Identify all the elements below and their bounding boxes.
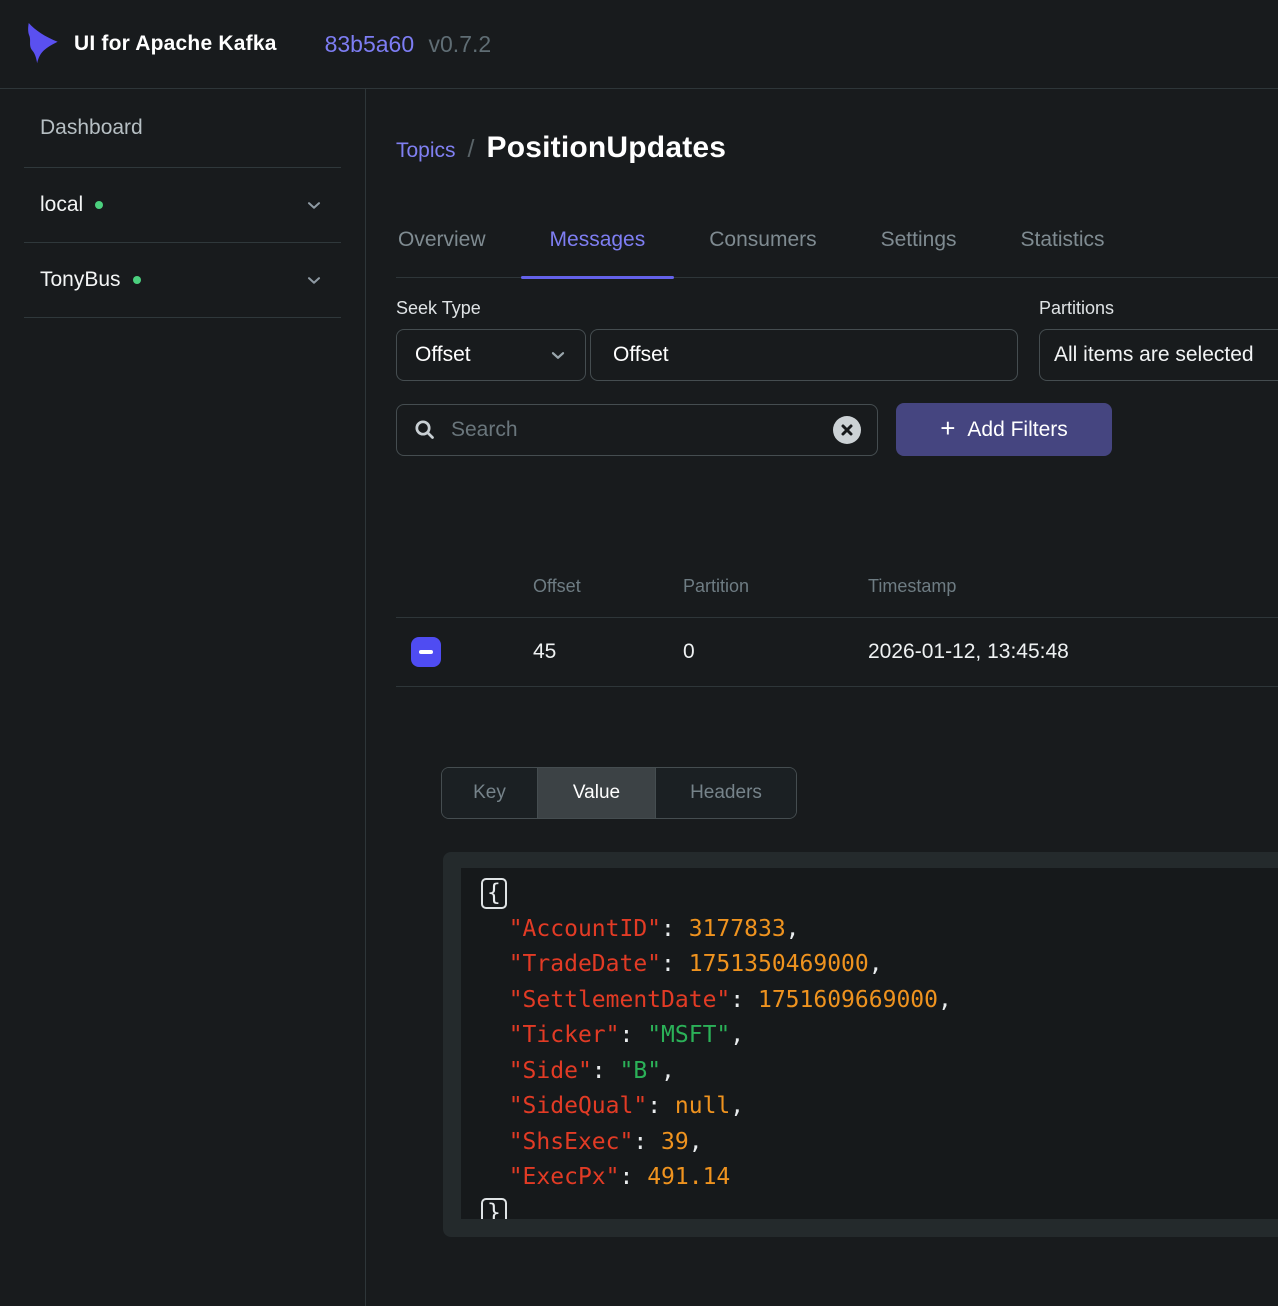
partitions-label: Partitions [1039, 298, 1278, 320]
commit-hash-link[interactable]: 83b5a60 [325, 31, 415, 57]
plus-icon: + [940, 413, 955, 444]
search-row: + Add Filters [396, 403, 1278, 456]
partitions-selected-value: All items are selected [1054, 343, 1254, 367]
json-line: "ExecPx": 491.14 [481, 1160, 1278, 1196]
filters-row: Seek Type Offset Partitions All [396, 298, 1278, 381]
column-header-partition: Partition [666, 576, 816, 597]
messages-table-header: OffsetPartitionTimestamp [396, 556, 1278, 618]
minus-icon [419, 650, 433, 654]
search-box [396, 404, 878, 456]
message-value-json: { "AccountID": 3177833, "TradeDate": 175… [461, 868, 1278, 1219]
chevron-down-icon [547, 344, 569, 366]
column-header-timestamp: Timestamp [816, 576, 1278, 597]
tab-consumers[interactable]: Consumers [680, 227, 845, 277]
add-filters-label: Add Filters [967, 418, 1067, 442]
topic-tab-bar: OverviewMessagesConsumersSettingsStatist… [396, 227, 1278, 278]
fold-close-brace[interactable]: } [481, 1198, 507, 1220]
fold-open-brace[interactable]: { [481, 878, 507, 909]
json-line: "ShsExec": 39, [481, 1125, 1278, 1161]
json-line: "TradeDate": 1751350469000, [481, 947, 1278, 983]
message-tab-key[interactable]: Key [442, 768, 537, 818]
add-filters-button[interactable]: + Add Filters [896, 403, 1112, 456]
sidebar-clusters: local TonyBus [24, 168, 341, 318]
row-partition: 0 [666, 640, 816, 664]
top-bar: UI for Apache Kafka 83b5a60 v0.7.2 [0, 0, 1278, 89]
seek-type-group: Seek Type Offset [396, 298, 1018, 381]
column-header-offset: Offset [516, 576, 666, 597]
app-title: UI for Apache Kafka [74, 32, 277, 56]
message-value-panel: { "AccountID": 3177833, "TradeDate": 175… [443, 852, 1278, 1237]
version-info: 83b5a60 v0.7.2 [325, 31, 492, 58]
sidebar-cluster-local[interactable]: local [24, 168, 341, 242]
sidebar-item-dashboard[interactable]: Dashboard [24, 89, 341, 167]
cluster-online-dot [133, 276, 141, 284]
partitions-group: Partitions All items are selected [1039, 298, 1278, 381]
main-content: Topics / PositionUpdates OverviewMessage… [366, 89, 1278, 1306]
message-row[interactable]: 4502026-01-12, 13:45:48 [396, 618, 1278, 687]
json-line: "SideQual": null, [481, 1089, 1278, 1125]
breadcrumb-separator: / [468, 135, 475, 164]
json-line: "SettlementDate": 1751609669000, [481, 983, 1278, 1019]
messages-table: OffsetPartitionTimestamp 4502026-01-12, … [396, 556, 1278, 687]
json-line: "Side": "B", [481, 1054, 1278, 1090]
cluster-name: local [40, 193, 83, 217]
cluster-online-dot [95, 201, 103, 209]
seek-type-selected-value: Offset [415, 343, 471, 367]
breadcrumb: Topics / PositionUpdates [396, 131, 1278, 165]
collapse-row-toggle[interactable] [411, 637, 441, 667]
tab-settings[interactable]: Settings [852, 227, 986, 277]
tab-statistics[interactable]: Statistics [992, 227, 1134, 277]
message-tab-headers[interactable]: Headers [655, 768, 796, 818]
tab-overview[interactable]: Overview [369, 227, 515, 277]
row-offset: 45 [516, 640, 666, 664]
offset-input[interactable] [591, 330, 1017, 380]
close-icon [840, 423, 854, 437]
sidebar: Dashboard local TonyBus [0, 89, 366, 1306]
clear-search-button[interactable] [833, 416, 861, 444]
messages-table-body: 4502026-01-12, 13:45:48 [396, 618, 1278, 687]
row-timestamp: 2026-01-12, 13:45:48 [816, 640, 1278, 664]
sidebar-divider [24, 317, 341, 318]
chevron-down-icon [303, 194, 325, 216]
message-content-tabs: KeyValueHeaders [441, 767, 797, 819]
json-line: "AccountID": 3177833, [481, 912, 1278, 948]
message-tab-value[interactable]: Value [537, 768, 655, 818]
seek-type-select[interactable]: Offset [396, 329, 586, 381]
seek-type-label: Seek Type [396, 298, 1018, 320]
tab-messages[interactable]: Messages [521, 227, 675, 277]
json-line: "Ticker": "MSFT", [481, 1018, 1278, 1054]
search-icon [413, 418, 437, 442]
kafka-ui-logo-icon [18, 18, 64, 70]
sidebar-cluster-tonybus[interactable]: TonyBus [24, 243, 341, 317]
chevron-down-icon [303, 269, 325, 291]
page-title: PositionUpdates [486, 131, 726, 165]
search-input[interactable] [451, 418, 833, 442]
cluster-name: TonyBus [40, 268, 121, 292]
partitions-multiselect[interactable]: All items are selected [1039, 329, 1278, 381]
version-label[interactable]: v0.7.2 [429, 31, 492, 57]
breadcrumb-topics-link[interactable]: Topics [396, 139, 456, 163]
